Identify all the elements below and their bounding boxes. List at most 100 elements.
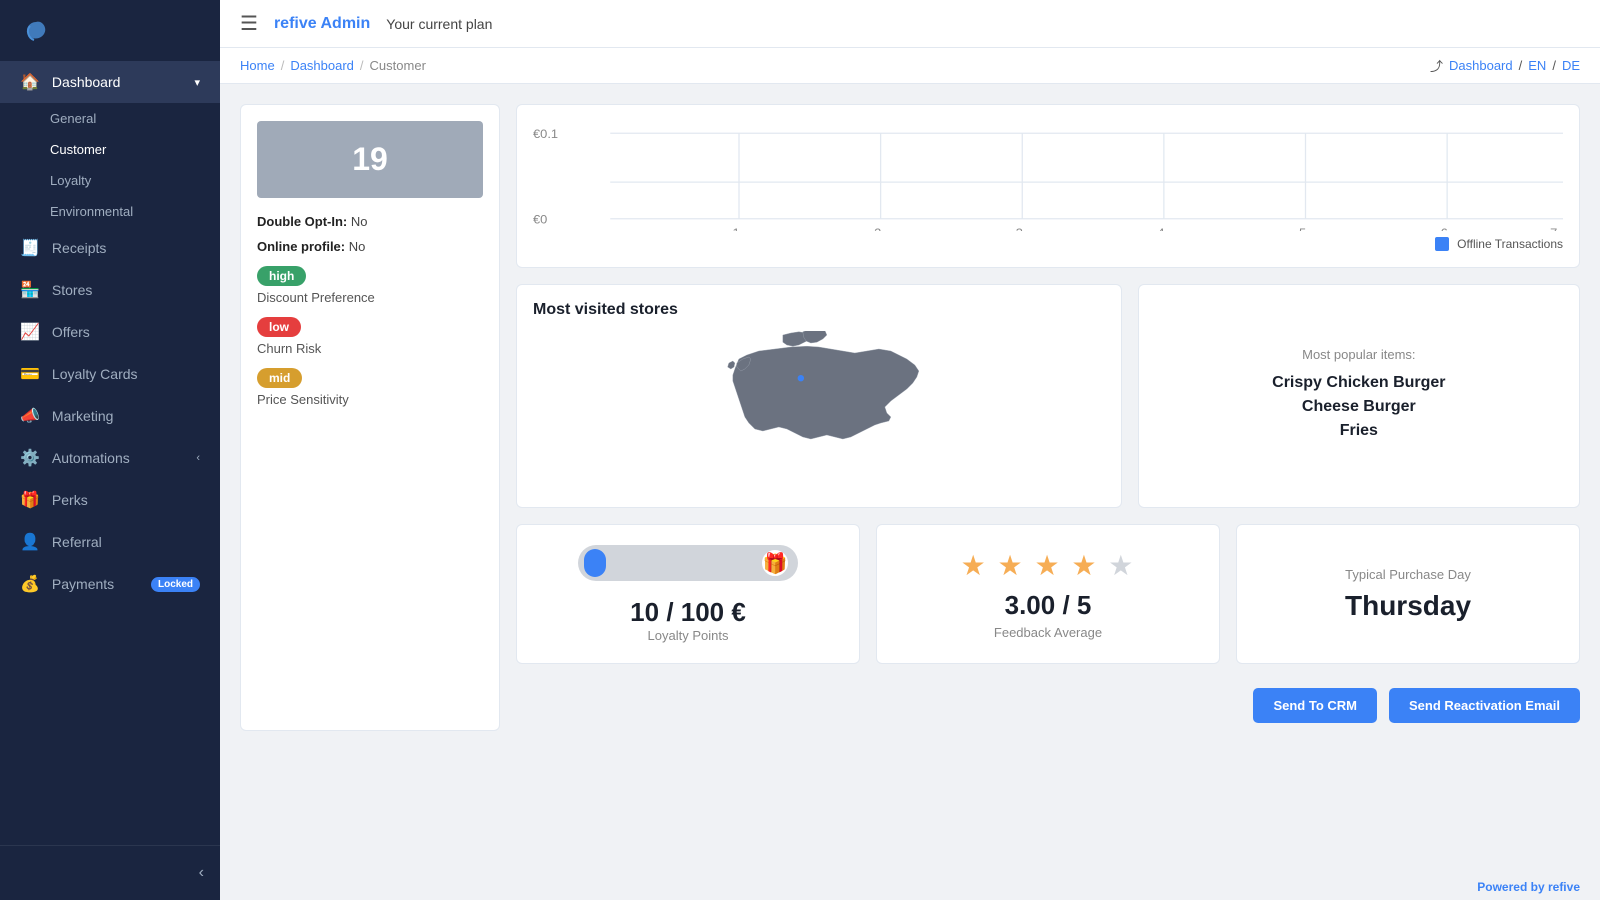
europe-map-svg <box>533 331 1105 491</box>
content-layout: 19 Double Opt-In: No Online profile: No … <box>240 104 1580 731</box>
offers-icon: 📈 <box>20 322 40 342</box>
map-popular-row: Most visited stores <box>516 284 1580 508</box>
svg-text:€0: €0 <box>533 213 547 227</box>
svg-text:2: 2 <box>874 226 881 231</box>
topbar-brand: refive Admin <box>274 15 370 33</box>
stats-row: 🎁 10 / 100 € Loyalty Points ★ ★ ★ ★ ★ <box>516 524 1580 664</box>
lang-separator: / <box>1519 58 1523 73</box>
perks-icon: 🎁 <box>20 490 40 510</box>
stores-icon: 🏪 <box>20 280 40 300</box>
main-content: ☰ refive Admin Your current plan Home / … <box>220 0 1600 900</box>
actions-row: Send To CRM Send Reactivation Email <box>516 680 1580 731</box>
breadcrumb-current: Customer <box>370 58 426 73</box>
breadcrumb-separator: / <box>281 58 285 73</box>
price-sensitivity-badge: mid <box>257 368 302 388</box>
map-title: Most visited stores <box>533 301 1105 319</box>
popular-item-1: Crispy Chicken Burger <box>1272 374 1445 392</box>
sidebar-bottom: ‹ <box>0 845 220 900</box>
purchase-day-value: Thursday <box>1345 590 1471 622</box>
discount-preference-badge: high <box>257 266 306 286</box>
sidebar-item-stores[interactable]: 🏪 Stores <box>0 269 220 311</box>
breadcrumb-home[interactable]: Home <box>240 58 275 73</box>
sidebar-item-offers[interactable]: 📈 Offers <box>0 311 220 353</box>
sidebar-item-label: Automations <box>52 450 184 466</box>
double-opt-in-row: Double Opt-In: No <box>257 214 483 229</box>
sidebar-item-payments[interactable]: 💰 Payments Locked <box>0 563 220 605</box>
send-to-crm-button[interactable]: Send To CRM <box>1253 688 1377 723</box>
loyalty-cards-icon: 💳 <box>20 364 40 384</box>
online-profile-value: No <box>349 239 366 254</box>
referral-icon: 👤 <box>20 532 40 552</box>
sidebar-navigation: 🏠 Dashboard ▾ General Customer Loyalty E… <box>0 61 220 845</box>
most-visited-stores-card: Most visited stores <box>516 284 1122 508</box>
sidebar-item-label: Referral <box>52 534 200 550</box>
svg-text:4: 4 <box>1157 226 1164 231</box>
chevron-icon: ‹ <box>196 452 200 464</box>
sidebar-item-referral[interactable]: 👤 Referral <box>0 521 220 563</box>
customer-info-panel: 19 Double Opt-In: No Online profile: No … <box>240 104 500 731</box>
sidebar-item-perks[interactable]: 🎁 Perks <box>0 479 220 521</box>
lang-en[interactable]: EN <box>1528 58 1546 73</box>
send-reactivation-email-button[interactable]: Send Reactivation Email <box>1389 688 1580 723</box>
price-sensitivity-label: Price Sensitivity <box>257 392 483 407</box>
sidebar-item-environmental[interactable]: Environmental <box>0 196 220 227</box>
sidebar-item-dashboard[interactable]: 🏠 Dashboard ▾ <box>0 61 220 103</box>
sidebar-item-loyalty-cards[interactable]: 💳 Loyalty Cards <box>0 353 220 395</box>
sidebar-item-marketing[interactable]: 📣 Marketing <box>0 395 220 437</box>
topbar: ☰ refive Admin Your current plan <box>220 0 1600 48</box>
sidebar-logo <box>0 0 220 61</box>
page-content: 19 Double Opt-In: No Online profile: No … <box>220 84 1600 874</box>
purchase-day-card: Typical Purchase Day Thursday <box>1236 524 1580 664</box>
star-1: ★ <box>961 550 988 581</box>
sidebar-item-label: Offers <box>52 324 200 340</box>
svg-text:5: 5 <box>1299 226 1306 231</box>
loyalty-points-value: 10 / 100 € <box>630 597 746 628</box>
sidebar-item-receipts[interactable]: 🧾 Receipts <box>0 227 220 269</box>
feedback-value: 3.00 / 5 <box>1005 590 1092 621</box>
automations-icon: ⚙️ <box>20 448 40 468</box>
map-location-dot <box>798 375 804 381</box>
locked-badge: Locked <box>151 577 200 592</box>
star-5: ★ <box>1108 550 1135 581</box>
loyalty-points-card: 🎁 10 / 100 € Loyalty Points <box>516 524 860 664</box>
feedback-card: ★ ★ ★ ★ ★ 3.00 / 5 Feedback Average <box>876 524 1220 664</box>
sidebar-item-loyalty[interactable]: Loyalty <box>0 165 220 196</box>
churn-risk-label: Churn Risk <box>257 341 483 356</box>
marketing-icon: 📣 <box>20 406 40 426</box>
footer-powered-by: Powered by refive <box>220 874 1600 900</box>
svg-text:7: 7 <box>1550 226 1557 231</box>
dashboard-icon: 🏠 <box>20 72 40 92</box>
sidebar-item-customer[interactable]: Customer <box>0 134 220 165</box>
breadcrumb-right: ⤴ Dashboard / EN / DE <box>1430 56 1580 75</box>
menu-toggle-button[interactable]: ☰ <box>240 11 258 36</box>
transaction-chart-card: €0.1 €0 1 2 3 <box>516 104 1580 268</box>
sidebar-item-general[interactable]: General <box>0 103 220 134</box>
customer-number: 19 <box>257 121 483 198</box>
chart-legend: Offline Transactions <box>533 237 1563 251</box>
online-profile-row: Online profile: No <box>257 239 483 254</box>
right-content: €0.1 €0 1 2 3 <box>516 104 1580 731</box>
loyalty-progress-bar: 🎁 <box>578 545 798 581</box>
chevron-down-icon: ▾ <box>194 76 200 89</box>
sidebar-item-automations[interactable]: ⚙️ Automations ‹ <box>0 437 220 479</box>
breadcrumb-bar: Home / Dashboard / Customer ⤴ Dashboard … <box>220 48 1600 84</box>
lang-de[interactable]: DE <box>1562 58 1580 73</box>
breadcrumb-separator: / <box>360 58 364 73</box>
loyalty-progress-fill <box>584 549 606 577</box>
sidebar-item-label: Receipts <box>52 240 200 256</box>
feedback-stars: ★ ★ ★ ★ ★ <box>961 549 1136 582</box>
star-4: ★ <box>1071 550 1098 581</box>
breadcrumb-right-link[interactable]: Dashboard <box>1449 58 1513 73</box>
sidebar-item-label: Perks <box>52 492 200 508</box>
collapse-sidebar-button[interactable]: ‹ <box>0 856 220 890</box>
chart-legend-label: Offline Transactions <box>1457 237 1563 251</box>
feedback-label: Feedback Average <box>994 625 1102 640</box>
gift-icon: 🎁 <box>760 548 790 578</box>
breadcrumb-dashboard[interactable]: Dashboard <box>290 58 354 73</box>
svg-text:3: 3 <box>1016 226 1023 231</box>
europe-map <box>533 331 1105 491</box>
popular-item-3: Fries <box>1340 422 1378 440</box>
topbar-plan: Your current plan <box>386 16 492 32</box>
breadcrumb-right-icon: ⤴ <box>1430 56 1443 75</box>
legend-color <box>1435 237 1449 251</box>
